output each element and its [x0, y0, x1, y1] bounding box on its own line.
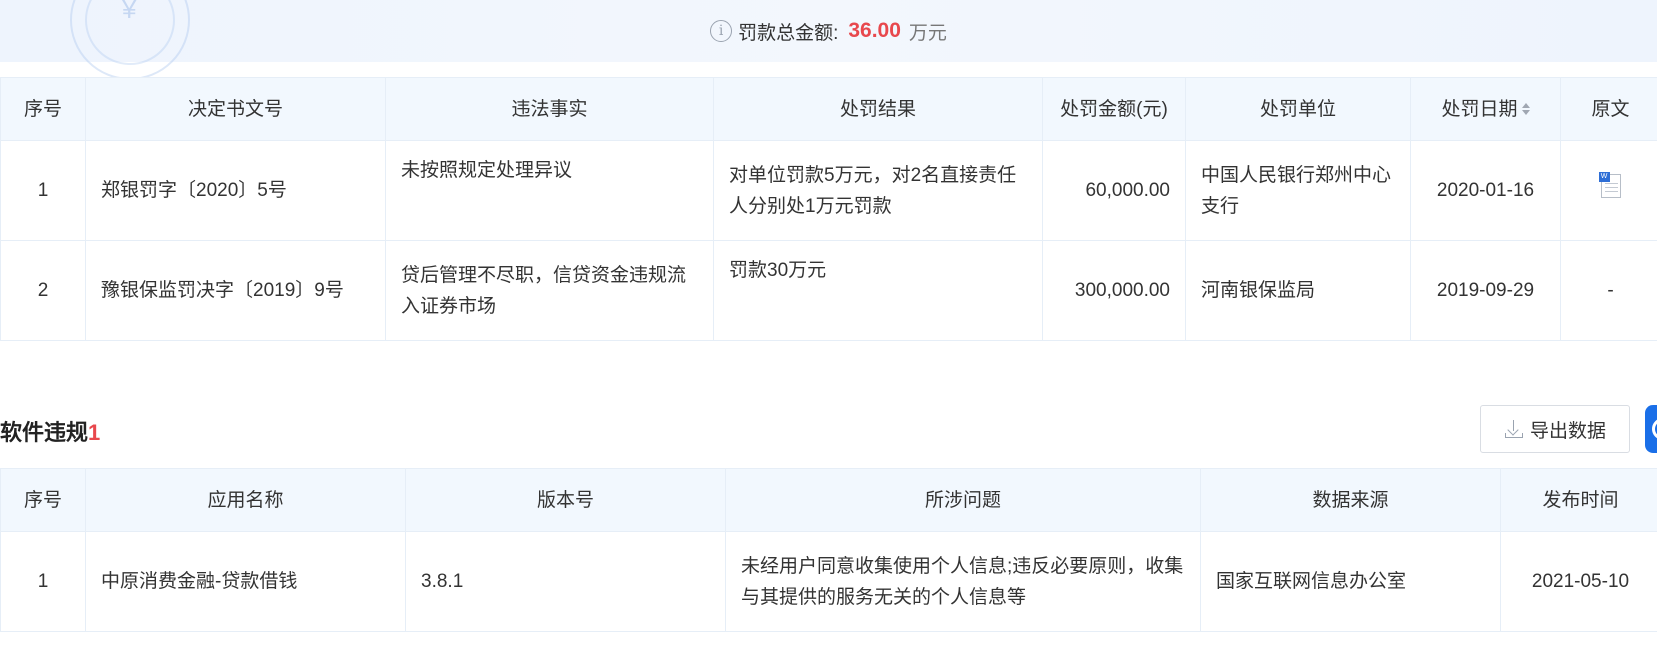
col-header-issue: 所涉问题 — [725, 468, 1201, 532]
ring-icon — [1652, 418, 1657, 440]
doc-line — [1604, 182, 1618, 184]
col-header-index: 序号 — [0, 77, 86, 141]
cell-unit: 河南银保监局 — [1185, 240, 1411, 341]
doc-line — [1604, 186, 1618, 188]
cell-result: 罚款30万元 — [713, 240, 1043, 341]
cell-app-name: 中原消费金融-贷款借钱 — [85, 531, 406, 632]
col-header-date-sortable[interactable]: 处罚日期 — [1410, 77, 1561, 141]
cell-version: 3.8.1 — [405, 531, 726, 632]
cell-original: W — [1560, 140, 1657, 241]
cell-unit: 中国人民银行郑州中心支行 — [1185, 140, 1411, 241]
col-header-source: 数据来源 — [1200, 468, 1501, 532]
word-document-icon[interactable]: W — [1598, 171, 1623, 200]
cell-index: 1 — [0, 531, 86, 632]
col-header-app-name: 应用名称 — [85, 468, 406, 532]
col-header-original: 原文 — [1560, 77, 1657, 141]
export-label: 导出数据 — [1529, 420, 1606, 442]
yen-watermark-icon: ¥ — [122, 0, 137, 24]
cell-index: 1 — [0, 140, 86, 241]
cell-issue: 未经用户同意收集使用个人信息;违反必要原则，收集与其提供的服务无关的个人信息等 — [725, 531, 1201, 632]
col-header-date-label: 处罚日期 — [1441, 98, 1518, 120]
cell-date: 2019-09-29 — [1410, 240, 1561, 341]
cell-index: 2 — [0, 240, 86, 341]
software-table-header: 序号 应用名称 版本号 所涉问题 数据来源 发布时间 — [0, 468, 1657, 532]
download-icon — [1504, 419, 1524, 439]
summary-unit: 万元 — [908, 22, 947, 44]
cell-amount: 60,000.00 — [1042, 140, 1186, 241]
software-violation-table: 序号 应用名称 版本号 所涉问题 数据来源 发布时间 1 中原消费金融-贷款借钱… — [0, 468, 1657, 632]
export-data-button[interactable]: 导出数据 — [1480, 405, 1630, 453]
col-header-publish-date: 发布时间 — [1500, 468, 1657, 532]
col-header-unit: 处罚单位 — [1185, 77, 1411, 141]
cell-doc-no: 郑银罚字〔2020〕5号 — [85, 140, 386, 241]
col-header-result: 处罚结果 — [713, 77, 1043, 141]
col-header-amount: 处罚金额(元) — [1042, 77, 1186, 141]
cell-doc-no: 豫银保监罚决字〔2019〕9号 — [85, 240, 386, 341]
doc-line — [1604, 190, 1618, 192]
col-header-doc-no: 决定书文号 — [85, 77, 386, 141]
col-header-version: 版本号 — [405, 468, 726, 532]
section-count-badge: 1 — [88, 420, 101, 445]
col-header-fact: 违法事实 — [385, 77, 714, 141]
penalty-table-header: 序号 决定书文号 违法事实 处罚结果 处罚金额(元) 处罚单位 处罚日期 原文 — [0, 77, 1657, 141]
cell-publish-date: 2021-05-10 — [1500, 531, 1657, 632]
cell-original: - — [1560, 240, 1657, 341]
info-icon[interactable]: i — [710, 20, 733, 42]
section-title-software-violations: 软件违规1 — [0, 415, 100, 447]
download-tray — [1504, 433, 1523, 438]
summary-label: 罚款总金额: — [738, 22, 839, 44]
col-header-index: 序号 — [0, 468, 86, 532]
cell-amount: 300,000.00 — [1042, 240, 1186, 341]
table-row: 1 中原消费金融-贷款借钱 3.8.1 未经用户同意收集使用个人信息;违反必要原… — [0, 531, 1657, 632]
section-title-text: 软件违规 — [0, 420, 89, 445]
penalty-summary-banner: ¥ i 罚款总金额: 36.00 万元 — [0, 0, 1657, 80]
cell-result: 对单位罚款5万元，对2名直接责任人分别处1万元罚款 — [713, 140, 1043, 241]
table-row: 2 豫银保监罚决字〔2019〕9号 贷后管理不尽职，信贷资金违规流入证券市场 罚… — [0, 240, 1657, 341]
cell-fact: 未按照规定处理异议 — [385, 140, 714, 241]
cell-date: 2020-01-16 — [1410, 140, 1561, 241]
penalty-table: 序号 决定书文号 违法事实 处罚结果 处罚金额(元) 处罚单位 处罚日期 原文 … — [0, 77, 1657, 341]
cell-source: 国家互联网信息办公室 — [1200, 531, 1501, 632]
word-badge: W — [1598, 171, 1610, 182]
side-floating-button[interactable] — [1645, 405, 1657, 453]
table-row: 1 郑银罚字〔2020〕5号 未按照规定处理异议 对单位罚款5万元，对2名直接责… — [0, 140, 1657, 241]
cell-fact: 贷后管理不尽职，信贷资金违规流入证券市场 — [385, 240, 714, 341]
sort-icon[interactable] — [1521, 102, 1530, 116]
summary-amount: 36.00 — [848, 19, 901, 42]
